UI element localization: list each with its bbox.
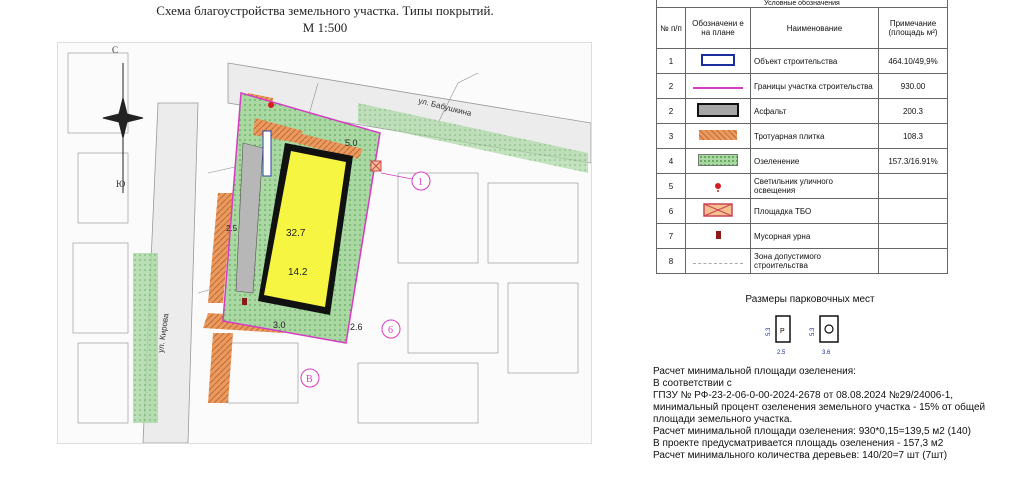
- marker-v: В: [306, 374, 313, 385]
- dim-top: 5.0: [345, 138, 358, 148]
- dim-bottom: 3.0: [273, 320, 286, 330]
- parking-acc-length: 5.3: [810, 327, 816, 336]
- calc-line: площади земельного участка.: [653, 414, 793, 425]
- marker-1: 1: [418, 177, 423, 188]
- parking-p-label: P: [780, 328, 785, 335]
- legend-row: 2 Границы участка строительства 930.00: [656, 73, 948, 99]
- boundary-line-icon: [693, 86, 743, 89]
- dim-left: 32.7: [286, 228, 306, 239]
- greening-calculation: Расчет минимальной площади озеленения: В…: [653, 366, 1023, 462]
- plan-title: Схема благоустройства земельного участка…: [156, 3, 494, 18]
- legend-row: 5 Светильник уличного освещения: [656, 173, 948, 199]
- parking-std-length: 5.3: [766, 327, 772, 336]
- building-outline-icon: [701, 54, 735, 66]
- greenery-icon: [698, 154, 738, 166]
- calc-line: В соответствии с: [653, 378, 732, 389]
- tile-icon: [699, 130, 737, 140]
- site-plan-drawing: С Ю ул. Бабушкина ул. Кирова 5.0 32.7 14…: [67, 45, 591, 443]
- legend-row: 4 Озеленение 157.3/16.91%: [656, 148, 948, 174]
- col-symbol: Обозначени е на плане: [685, 7, 751, 49]
- south-label: Ю: [116, 179, 125, 189]
- legend-row: 1 Объект строительства 464.10/49,9%: [656, 48, 948, 74]
- parking-dimensions: P 5.3 2.5 5.3 3.6: [760, 312, 860, 360]
- trash-bin-marker: [242, 298, 247, 305]
- build-zone-line-icon: [693, 262, 743, 264]
- dim-corner: 2.5: [226, 224, 238, 233]
- legend-row: 6 Площадка ТБО: [656, 198, 948, 224]
- legend-row: 7 Мусорная урна: [656, 223, 948, 249]
- legend-caption: Условные обозначения: [656, 0, 948, 8]
- asphalt-icon: [697, 103, 739, 117]
- north-label: С: [112, 45, 118, 55]
- site-plan-map[interactable]: С Ю ул. Бабушкина ул. Кирова 5.0 32.7 14…: [57, 42, 592, 444]
- calc-line: В проекте предусматривается площадь озел…: [653, 438, 944, 449]
- trash-bin-icon: [715, 231, 721, 239]
- legend-row: 2 Асфальт 200.3: [656, 98, 948, 124]
- col-num: № п/п: [656, 7, 686, 49]
- dim-inner: 14.2: [288, 267, 308, 278]
- calc-line: минимальный процент озеленения земельног…: [653, 402, 986, 413]
- calc-line: Расчет минимальной площади озеленения: 9…: [653, 426, 971, 437]
- compass-rose: [102, 63, 144, 193]
- plan-scale: М 1:500: [302, 20, 348, 35]
- street-lamp-marker: [268, 102, 274, 108]
- parking-title: Размеры парковочных мест: [745, 294, 875, 305]
- marker-6: 6: [388, 325, 393, 336]
- legend-header-row: № п/п Обозначени е на плане Наименование…: [656, 7, 948, 49]
- parking-acc-width: 3.6: [822, 350, 831, 356]
- calc-line: ГПЗУ № РФ-23-2-06-0-00-2024-2678 от 08.0…: [653, 390, 954, 401]
- dim-right: 2.6: [350, 322, 363, 332]
- parking-std-width: 2.5: [777, 350, 786, 356]
- calc-line: Расчет минимальной площади озеленения:: [653, 366, 856, 377]
- waste-area-icon: [703, 203, 733, 217]
- legend-row: 3 Тротуарная плитка 108.3: [656, 123, 948, 149]
- street-lamp-icon: [715, 182, 721, 189]
- plan-header: Схема благоустройства земельного участка…: [90, 2, 560, 36]
- legend-table: Условные обозначения № п/п Обозначени е …: [656, 0, 948, 274]
- calc-line: Расчет минимального количества деревьев:…: [653, 450, 948, 461]
- col-note: Примечание (площадь м²): [878, 7, 948, 49]
- parking-diagram: P 5.3 2.5 5.3 3.6: [766, 315, 839, 356]
- legend-row: 8 Зона допустимого строительства: [656, 248, 948, 274]
- col-name: Наименование: [750, 7, 879, 49]
